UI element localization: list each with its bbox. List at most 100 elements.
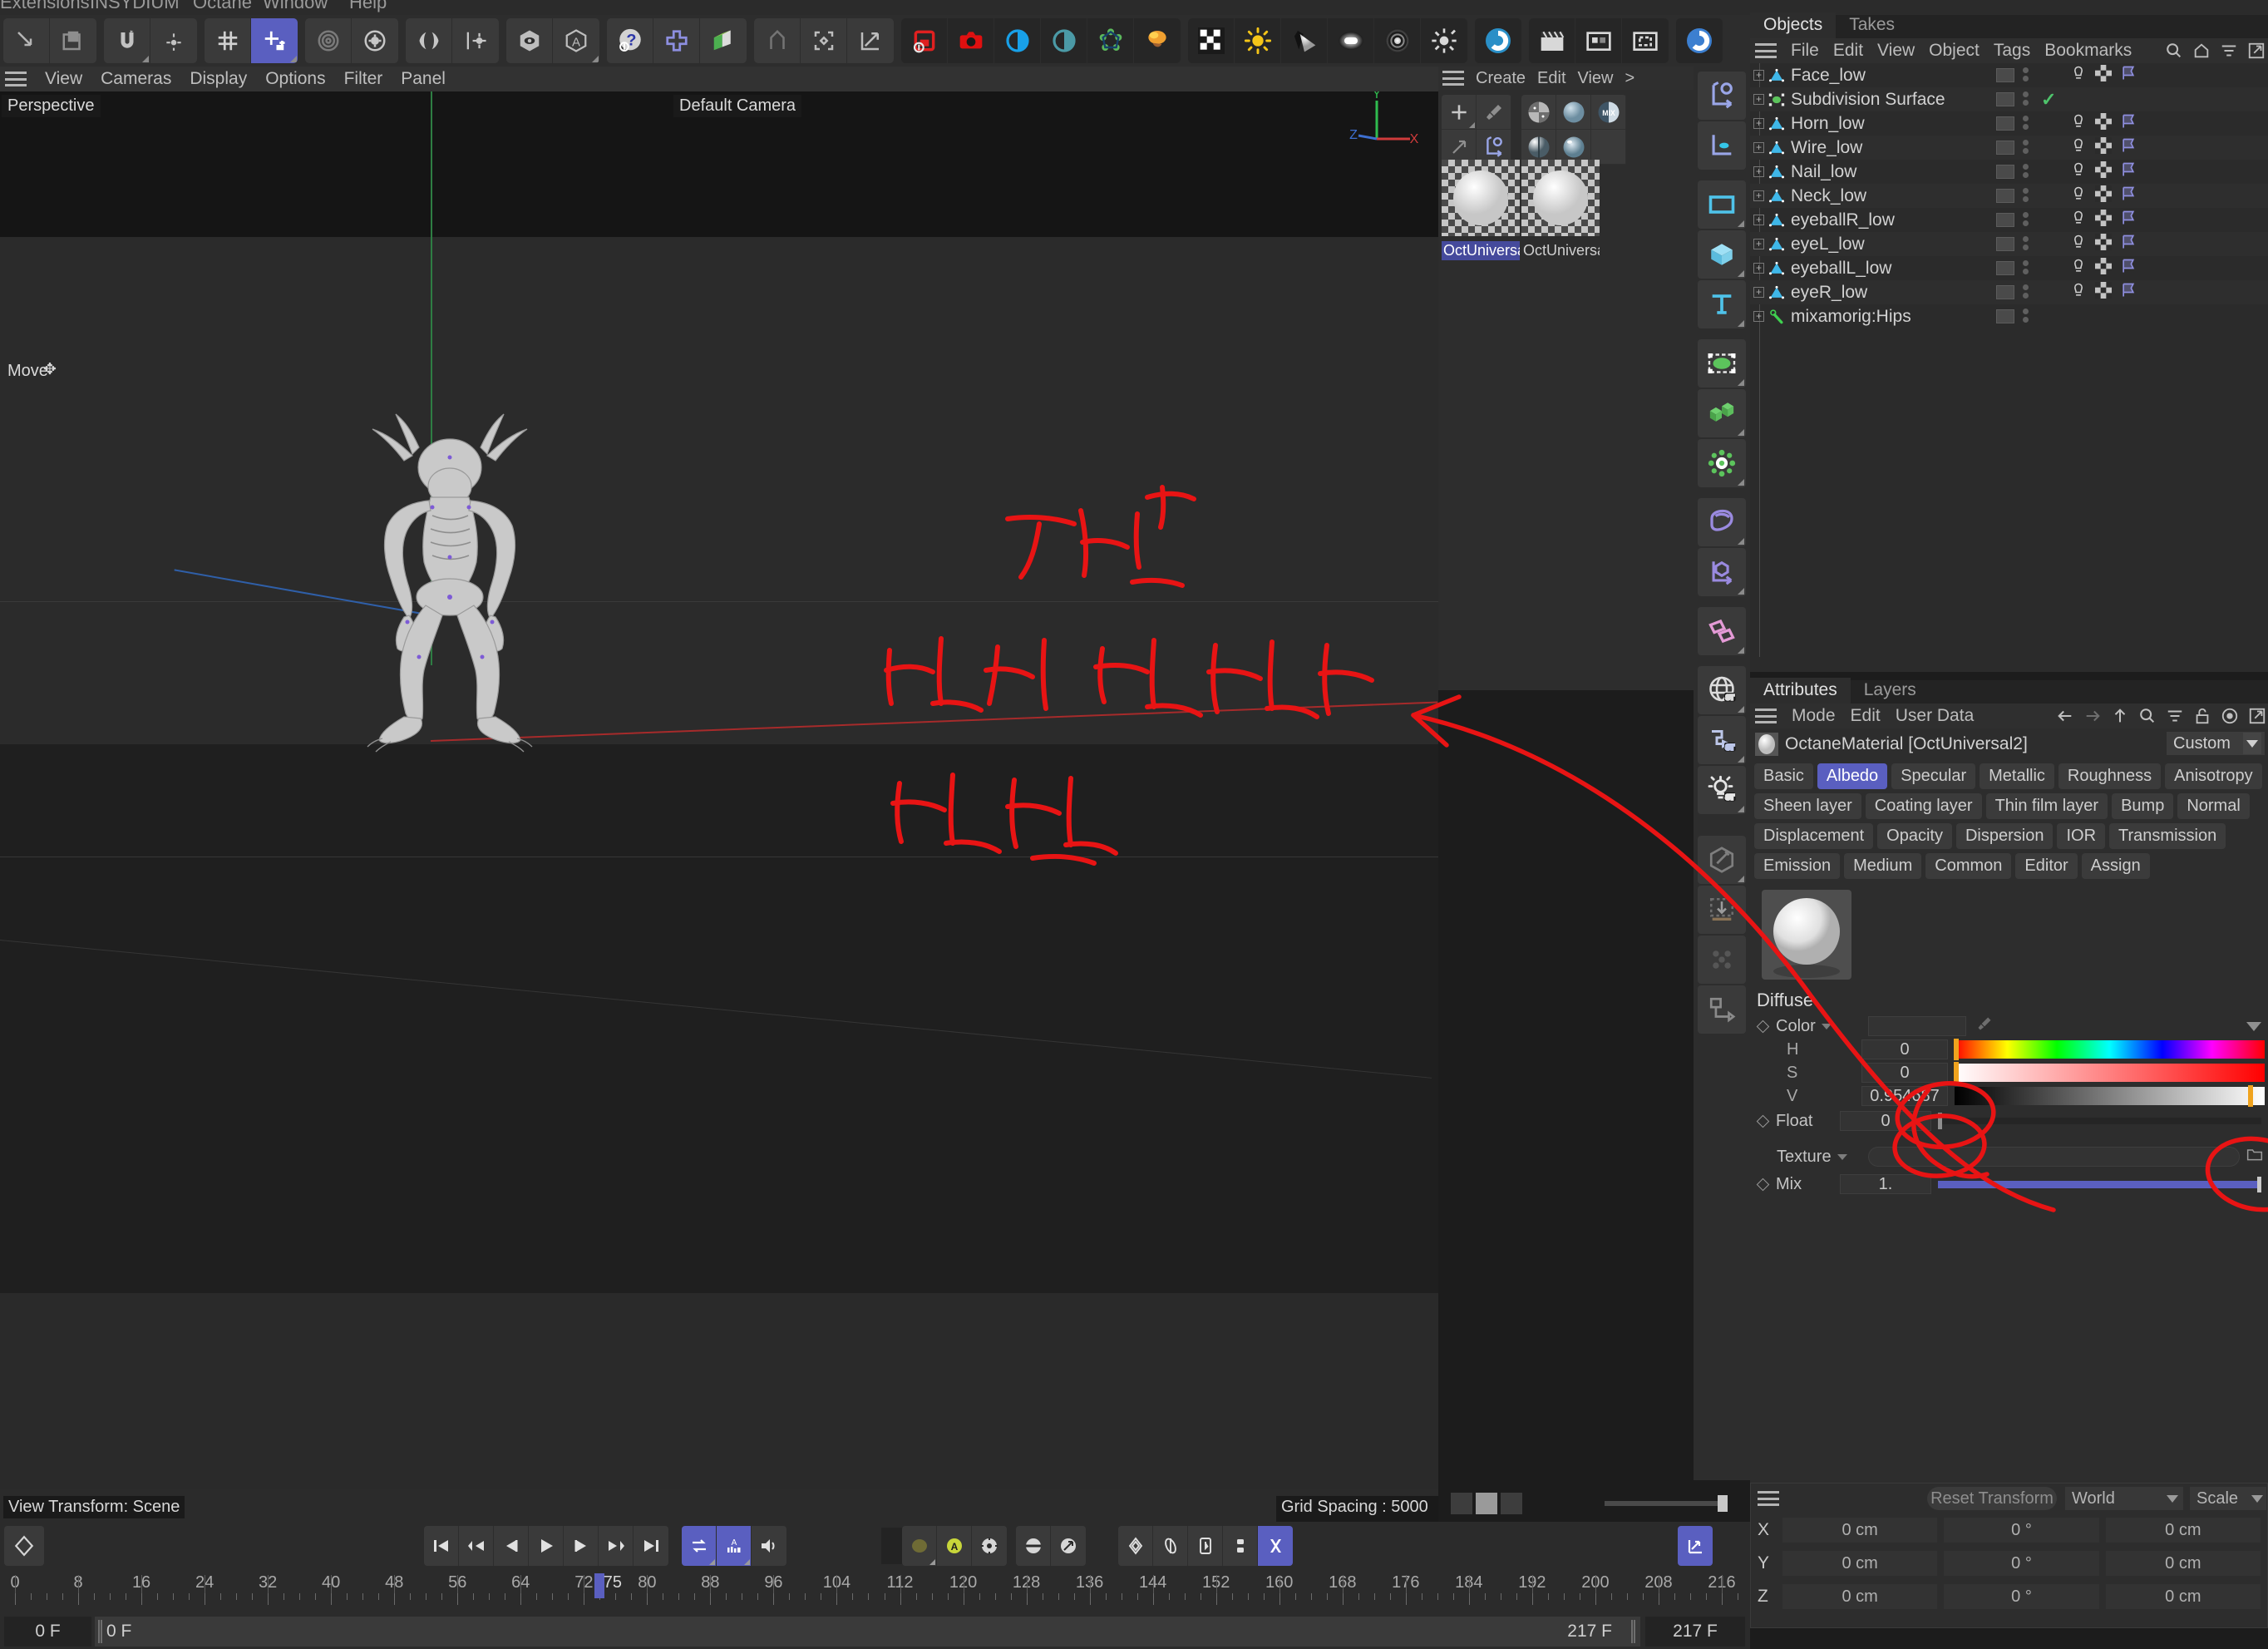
keyframe-diamond-icon[interactable] — [1756, 1020, 1770, 1033]
texture-tag[interactable] — [2095, 281, 2112, 304]
next-frame-icon[interactable] — [564, 1526, 599, 1566]
rotation-field-x[interactable]: 0 ° — [1944, 1518, 2099, 1543]
expand-toggle-icon[interactable]: + — [1753, 190, 1764, 201]
phong-tag[interactable] — [2070, 113, 2087, 135]
material-mix-sphere-icon[interactable]: MIX — [1591, 95, 1626, 130]
go-to-start-icon[interactable] — [424, 1526, 459, 1566]
object-row-eyer-low[interactable]: + eyeR_low — [1750, 280, 2268, 304]
object-edit-toggle[interactable] — [1996, 165, 2014, 179]
chip-albedo[interactable]: Albedo — [1817, 763, 1888, 789]
workplane-settings-icon[interactable] — [352, 18, 398, 63]
visibility-dots[interactable] — [2023, 115, 2029, 132]
chip-assign[interactable]: Assign — [2081, 853, 2150, 879]
expand-toggle-icon[interactable]: + — [1753, 287, 1764, 298]
material-large-preview[interactable] — [1762, 890, 1851, 980]
viewport-zoom-slider[interactable] — [1605, 1495, 1728, 1512]
object-menu-tags[interactable]: Tags — [1994, 41, 2030, 61]
grid-lock-icon[interactable] — [251, 18, 298, 63]
scale-arrows-icon[interactable] — [847, 18, 894, 63]
uvw-tag[interactable] — [2120, 258, 2137, 279]
phong-tag[interactable] — [2070, 234, 2087, 255]
drop-to-floor-icon[interactable] — [1698, 886, 1746, 934]
menu-item-window[interactable]: Window — [263, 0, 328, 13]
checker-material-icon[interactable] — [1188, 18, 1235, 63]
target-light-icon[interactable] — [1374, 18, 1421, 63]
undo-button[interactable] — [3, 18, 50, 63]
filter-icon[interactable] — [2220, 42, 2238, 60]
expand-toggle-icon[interactable]: + — [1753, 142, 1764, 153]
chip-anisotropy[interactable]: Anisotropy — [2165, 763, 2262, 789]
movie-clapper-icon[interactable] — [1529, 18, 1575, 63]
chip-thin-film-layer[interactable]: Thin film layer — [1985, 793, 2108, 819]
cube-primitive-icon[interactable] — [1698, 230, 1746, 279]
object-menu-edit[interactable]: Edit — [1833, 41, 1863, 61]
visibility-dots[interactable] — [2023, 211, 2029, 229]
visibility-dots[interactable] — [2023, 187, 2029, 205]
texture-tag[interactable] — [2095, 64, 2112, 86]
render-settings-gear-icon[interactable] — [1421, 18, 1467, 63]
search-icon[interactable] — [2138, 707, 2157, 725]
object-row-nail-low[interactable]: + Nail_low — [1750, 160, 2268, 184]
object-edit-toggle[interactable] — [1996, 68, 2014, 82]
chip-displacement[interactable]: Displacement — [1754, 823, 1874, 849]
octane-render-camera-icon[interactable] — [948, 18, 994, 63]
key-disabled-icon[interactable] — [1258, 1526, 1293, 1566]
tab-layers[interactable]: Layers — [1851, 678, 1930, 704]
axis-letter-a-icon[interactable]: A — [553, 18, 599, 63]
object-edit-toggle[interactable] — [1996, 261, 2014, 275]
octane-live-viewer-icon[interactable] — [994, 18, 1041, 63]
object-edit-toggle[interactable] — [1996, 285, 2014, 299]
sky-object-icon[interactable]: ST — [1698, 666, 1746, 714]
uvw-tag[interactable] — [2120, 210, 2137, 231]
visibility-dots[interactable] — [2023, 259, 2029, 277]
parent-child-icon[interactable] — [1698, 985, 1746, 1034]
expand-toggle-icon[interactable]: + — [1753, 263, 1764, 274]
texture-tag[interactable] — [2095, 112, 2112, 135]
animation-mode-icon[interactable] — [1678, 1526, 1713, 1566]
merge-arrows-icon[interactable] — [754, 18, 801, 63]
tab-takes[interactable]: Takes — [1836, 12, 1908, 38]
keyframe-position-icon[interactable] — [902, 1526, 937, 1566]
object-edit-toggle[interactable] — [1996, 213, 2014, 227]
visibility-dots[interactable] — [2023, 235, 2029, 253]
mix-value[interactable]: 1. — [1840, 1174, 1931, 1194]
float-slider[interactable] — [1938, 1113, 2261, 1129]
channel-slider-v[interactable] — [1955, 1085, 2265, 1107]
object-edit-toggle[interactable] — [1996, 92, 2014, 106]
rotation-field-y[interactable]: 0 ° — [1944, 1551, 2099, 1576]
timeline-end-field[interactable]: 217 F — [1645, 1617, 1745, 1647]
display-single-icon[interactable] — [1501, 1493, 1522, 1514]
object-menu-bookmarks[interactable]: Bookmarks — [2044, 41, 2132, 61]
eyedropper-icon[interactable] — [1976, 1015, 1993, 1037]
chip-coating-layer[interactable]: Coating layer — [1865, 793, 1982, 819]
material-item-0[interactable]: OctUniversa — [1442, 160, 1520, 260]
deformer-bend-icon[interactable] — [1698, 339, 1746, 388]
light-object-icon[interactable]: ST — [1698, 766, 1746, 814]
chip-common[interactable]: Common — [1925, 853, 2012, 879]
menu-item-octane[interactable]: Octane — [193, 0, 252, 13]
space-dropdown[interactable]: World — [2065, 1487, 2183, 1510]
scale-field-z[interactable]: 0 cm — [2105, 1584, 2261, 1609]
expand-toggle-icon[interactable]: + — [1753, 94, 1764, 105]
home-icon[interactable] — [2192, 42, 2211, 60]
chevron-down-icon[interactable] — [1837, 1153, 1847, 1160]
object-menu-file[interactable]: File — [1791, 41, 1819, 61]
visibility-dots[interactable] — [2023, 67, 2029, 84]
sun-light-icon[interactable] — [1235, 18, 1281, 63]
popout-icon[interactable] — [2247, 42, 2266, 60]
spline-rectangle-icon[interactable] — [1698, 180, 1746, 229]
viewport-menu-view[interactable]: View — [45, 69, 82, 89]
object-edit-toggle[interactable] — [1996, 116, 2014, 131]
visibility-dots[interactable] — [2023, 139, 2029, 156]
octane-lock-camera-icon[interactable] — [901, 18, 948, 63]
reset-transform-button[interactable]: Reset Transform — [1927, 1487, 2057, 1510]
object-edit-toggle[interactable] — [1996, 189, 2014, 203]
color-swatch[interactable] — [1868, 1016, 1966, 1036]
sound-icon[interactable] — [752, 1526, 786, 1566]
object-hamburger-icon[interactable] — [1755, 43, 1777, 58]
texture-tag[interactable] — [2095, 160, 2112, 183]
target-icon[interactable] — [2221, 707, 2239, 725]
snap-settings-gear-icon[interactable] — [150, 18, 197, 63]
mograph-cloner-icon[interactable] — [1698, 389, 1746, 437]
object-row-eyeballr-low[interactable]: + eyeballR_low — [1750, 208, 2268, 232]
